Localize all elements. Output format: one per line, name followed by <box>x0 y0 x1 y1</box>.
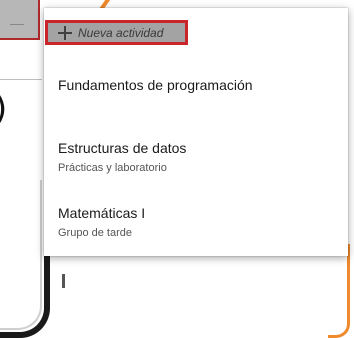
menu-item-title: Estructuras de datos <box>58 140 187 156</box>
menu-item-subtitle: Grupo de tarde <box>58 227 132 239</box>
background-glyph: ) <box>0 92 7 126</box>
menu-item-title: Fundamentos de programación <box>58 77 253 93</box>
background-mark <box>62 274 65 288</box>
menu-item-title: Matemáticas I <box>58 205 146 221</box>
background-button <box>0 0 40 40</box>
background-device-frame-inner <box>0 180 42 330</box>
background-divider <box>0 79 42 80</box>
annotation-bracket <box>328 244 350 338</box>
new-activity-label: Nueva actividad <box>78 25 164 40</box>
menu-item-estructuras[interactable]: Estructuras de datos Prácticas y laborat… <box>58 140 186 174</box>
menu-item-matematicas[interactable]: Matemáticas I Grupo de tarde <box>58 205 145 239</box>
new-activity-button[interactable]: Nueva actividad <box>45 20 188 45</box>
plus-icon <box>58 25 72 40</box>
menu-item-subtitle: Prácticas y laboratorio <box>58 162 167 174</box>
menu-item-fundamentos[interactable]: Fundamentos de programación <box>58 77 253 93</box>
course-menu: Nueva actividad Fundamentos de programac… <box>44 8 348 256</box>
